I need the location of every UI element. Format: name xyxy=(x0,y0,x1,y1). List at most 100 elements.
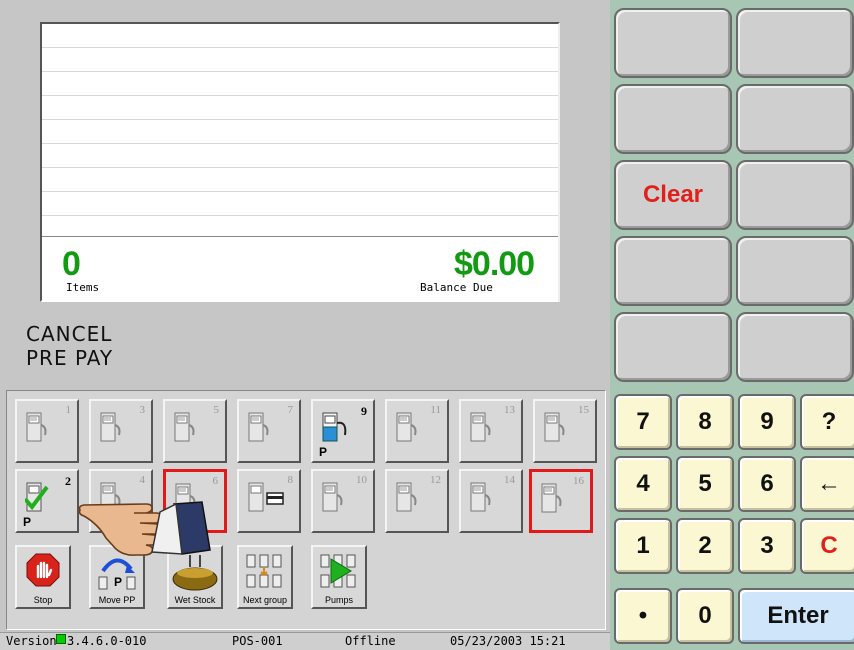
function-key-10[interactable] xyxy=(736,312,854,382)
pump-button-10[interactable]: 10 xyxy=(311,469,375,533)
online-indicator-icon xyxy=(56,634,66,644)
decimal-key[interactable]: • xyxy=(614,588,672,644)
fuel-pump-icon xyxy=(395,411,421,448)
fuel-pump-card-icon xyxy=(247,481,287,518)
fuel-pump-icon xyxy=(99,481,125,518)
pumps-label: Pumps xyxy=(324,595,353,605)
pumps-button[interactable]: Pumps xyxy=(311,545,367,609)
pump-number: 8 xyxy=(287,474,294,486)
transaction-pane: 0 Items $0.00 Balance Due CANCEL PRE PAY… xyxy=(0,0,610,650)
pump-button-13[interactable]: 13 xyxy=(459,399,523,463)
pump-button-12[interactable]: 12 xyxy=(385,469,449,533)
move-prepay-flag: P xyxy=(114,575,123,589)
function-key-2[interactable] xyxy=(736,8,854,78)
help-key[interactable]: ? xyxy=(800,394,854,450)
move-prepay-button[interactable]: P Move PP xyxy=(89,545,145,609)
next-group-button[interactable]: Next group xyxy=(237,545,293,609)
pos-id: POS-001 xyxy=(232,634,283,648)
pump-button-7[interactable]: 7 xyxy=(237,399,301,463)
function-key-4[interactable] xyxy=(736,84,854,154)
key-2[interactable]: 2 xyxy=(676,518,734,574)
wet-stock-label: Wet Stock xyxy=(174,595,216,605)
pump-button-4[interactable]: 4 xyxy=(89,469,153,533)
stop-button[interactable]: Stop xyxy=(15,545,71,609)
connection-state: Offline xyxy=(345,634,396,648)
clear-button[interactable]: Clear xyxy=(614,160,732,230)
pump-button-2[interactable]: 2 P xyxy=(15,469,79,533)
balance-due-label: Balance Due xyxy=(420,281,493,294)
key-7[interactable]: 7 xyxy=(614,394,672,450)
pump-button-1[interactable]: 1 xyxy=(15,399,79,463)
key-4[interactable]: 4 xyxy=(614,456,672,512)
function-key-8[interactable] xyxy=(736,236,854,306)
date-time: 05/23/2003 15:21 xyxy=(450,634,566,648)
pump-button-3[interactable]: 3 xyxy=(89,399,153,463)
version-number: 3.4.6.0-010 xyxy=(67,634,147,648)
pump-button-9[interactable]: 9 P xyxy=(311,399,375,463)
balance-due-amount: $0.00 xyxy=(454,245,535,283)
function-key-3[interactable] xyxy=(614,84,732,154)
function-key-1[interactable] xyxy=(614,8,732,78)
pump-number: 9 xyxy=(361,404,367,418)
pump-button-15[interactable]: 15 xyxy=(533,399,597,463)
function-key-7[interactable] xyxy=(614,236,732,306)
prompt-line-2: PRE PAY xyxy=(26,346,114,370)
pump-number: 12 xyxy=(430,474,441,486)
fuel-pump-icon xyxy=(540,482,566,519)
key-3[interactable]: 3 xyxy=(738,518,796,574)
key-1[interactable]: 1 xyxy=(614,518,672,574)
status-bar: Version 3.4.6.0-010 POS-001 Offline 05/2… xyxy=(0,632,610,650)
next-group-label: Next group xyxy=(242,595,288,605)
pump-number: 11 xyxy=(430,404,441,416)
key-0[interactable]: 0 xyxy=(676,588,734,644)
fuel-pump-icon xyxy=(469,481,495,518)
pump-button-8[interactable]: 8 xyxy=(237,469,301,533)
key-9[interactable]: 9 xyxy=(738,394,796,450)
pump-button-6[interactable]: 6 xyxy=(163,469,227,533)
cancel-key[interactable]: C xyxy=(800,518,854,574)
pump-button-16[interactable]: 16 xyxy=(529,469,593,533)
receipt-window: 0 Items $0.00 Balance Due xyxy=(40,22,560,302)
items-count: 0 xyxy=(62,245,81,283)
fuel-pump-icon xyxy=(173,411,199,448)
fuel-pump-icon xyxy=(174,482,200,519)
fuel-pump-icon xyxy=(25,411,51,448)
receipt-line-list[interactable] xyxy=(42,24,558,234)
pump-button-14[interactable]: 14 xyxy=(459,469,523,533)
pump-number: 10 xyxy=(356,474,367,486)
fuel-pump-icon xyxy=(395,481,421,518)
key-6[interactable]: 6 xyxy=(738,456,796,512)
pump-button-5[interactable]: 5 xyxy=(163,399,227,463)
key-8[interactable]: 8 xyxy=(676,394,734,450)
fuel-pump-panel: 1 3 5 7 9 P 11 13 15 2 P 4 6 8 10 12 14 … xyxy=(6,390,606,630)
prepay-flag: P xyxy=(319,445,328,459)
fuel-pump-icon xyxy=(99,411,125,448)
prompt-message: CANCEL PRE PAY xyxy=(0,318,610,388)
function-key-9[interactable] xyxy=(614,312,732,382)
pump-number: 14 xyxy=(504,474,515,486)
enter-key[interactable]: Enter xyxy=(738,588,854,644)
fuel-pump-icon xyxy=(321,481,347,518)
pump-button-11[interactable]: 11 xyxy=(385,399,449,463)
pump-group-icon xyxy=(245,553,285,596)
backspace-key[interactable]: ← xyxy=(800,456,854,512)
prompt-line-1: CANCEL xyxy=(26,322,113,346)
fuel-pump-icon xyxy=(247,411,273,448)
fuel-pump-icon xyxy=(469,411,495,448)
fuel-tank-icon xyxy=(170,553,220,596)
pump-number: 16 xyxy=(573,475,584,487)
receipt-totals: 0 Items $0.00 Balance Due xyxy=(42,236,558,302)
pump-number: 2 xyxy=(65,474,71,488)
version-label: Version xyxy=(6,634,57,648)
pump-number: 1 xyxy=(65,404,72,416)
wet-stock-button[interactable]: Wet Stock xyxy=(167,545,223,609)
pump-number: 13 xyxy=(504,404,515,416)
key-5[interactable]: 5 xyxy=(676,456,734,512)
stop-hand-icon xyxy=(26,553,60,592)
move-prepay-label: Move PP xyxy=(98,595,136,605)
pump-number: 6 xyxy=(212,475,219,487)
fuel-pump-icon xyxy=(543,411,569,448)
pump-number: 3 xyxy=(139,404,146,416)
stop-label: Stop xyxy=(33,595,53,605)
function-key-6[interactable] xyxy=(736,160,854,230)
